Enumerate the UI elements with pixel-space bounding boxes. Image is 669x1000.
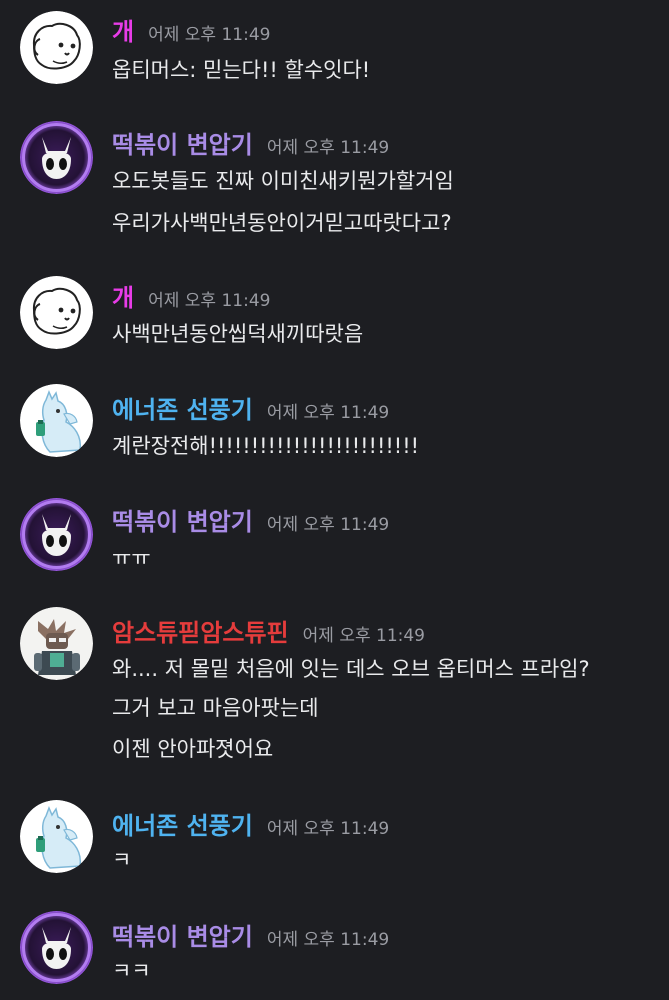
message-text: 사백만년동안씹덕새끼따랏음 (112, 322, 364, 346)
chat-message-list: 개 어제 오후 11:49 옵티머스: 믿는다!! 할수잇다! 떡볶이 변압기 … (0, 0, 669, 1000)
author-name[interactable]: 에너존 선풍기 (112, 392, 253, 428)
llama-icon (20, 800, 93, 873)
message-timestamp: 어제 오후 11:49 (266, 819, 390, 839)
message-timestamp: 어제 오후 11:49 (148, 25, 271, 45)
message-text: 와.... 저 몰밑 처음에 잇는 데스 오브 옵티머스 프라임? (112, 657, 590, 681)
avatar[interactable] (20, 121, 93, 194)
message-text: 옵티머스: 믿는다!! 할수잇다! (112, 58, 371, 82)
hollow-knight-mask-icon (20, 498, 93, 571)
message-timestamp: 어제 오후 11:49 (148, 291, 271, 311)
avatar[interactable] (20, 498, 93, 571)
message-timestamp: 어제 오후 11:49 (266, 515, 390, 535)
author-name[interactable]: 개 (112, 14, 134, 50)
message-timestamp: 어제 오후 11:49 (266, 930, 390, 950)
message-text: ㅋ (112, 848, 132, 872)
author-name[interactable]: 암스튜핃암스튜핀 (112, 615, 289, 651)
message-text: 그거 보고 마음아팟는데 (112, 696, 319, 720)
message-timestamp: 어제 오후 11:49 (266, 138, 390, 158)
hollow-knight-mask-icon (20, 911, 93, 984)
message-text: 이젠 안아파졋어요 (112, 737, 274, 761)
avatar[interactable] (20, 607, 93, 680)
hollow-knight-mask-icon (20, 121, 93, 194)
robot-character-icon (20, 607, 93, 680)
llama-icon (20, 384, 93, 457)
author-name[interactable]: 에너존 선풍기 (112, 808, 253, 844)
message-text: 우리가사백만년동안이거믿고따랏다고? (112, 211, 452, 235)
avatar[interactable] (20, 11, 93, 84)
avatar[interactable] (20, 800, 93, 873)
message-text: 계란장전해!!!!!!!!!!!!!!!!!!!!!!!!! (112, 434, 420, 458)
avatar[interactable] (20, 384, 93, 457)
white-dog-face-icon (20, 11, 93, 84)
message-text: ㅋㅋ (112, 959, 151, 983)
message-text: ㅠㅠ (112, 546, 151, 570)
author-name[interactable]: 떡볶이 변압기 (112, 919, 253, 955)
message-text: 오도봇들도 진짜 이미친새키뭔가할거임 (112, 169, 454, 193)
author-name[interactable]: 떡볶이 변압기 (112, 504, 253, 540)
white-dog-face-icon (20, 276, 93, 349)
author-name[interactable]: 떡볶이 변압기 (112, 127, 253, 163)
message-timestamp: 어제 오후 11:49 (302, 626, 425, 646)
author-name[interactable]: 개 (112, 280, 134, 316)
message-timestamp: 어제 오후 11:49 (266, 403, 390, 423)
avatar[interactable] (20, 276, 93, 349)
avatar[interactable] (20, 911, 93, 984)
